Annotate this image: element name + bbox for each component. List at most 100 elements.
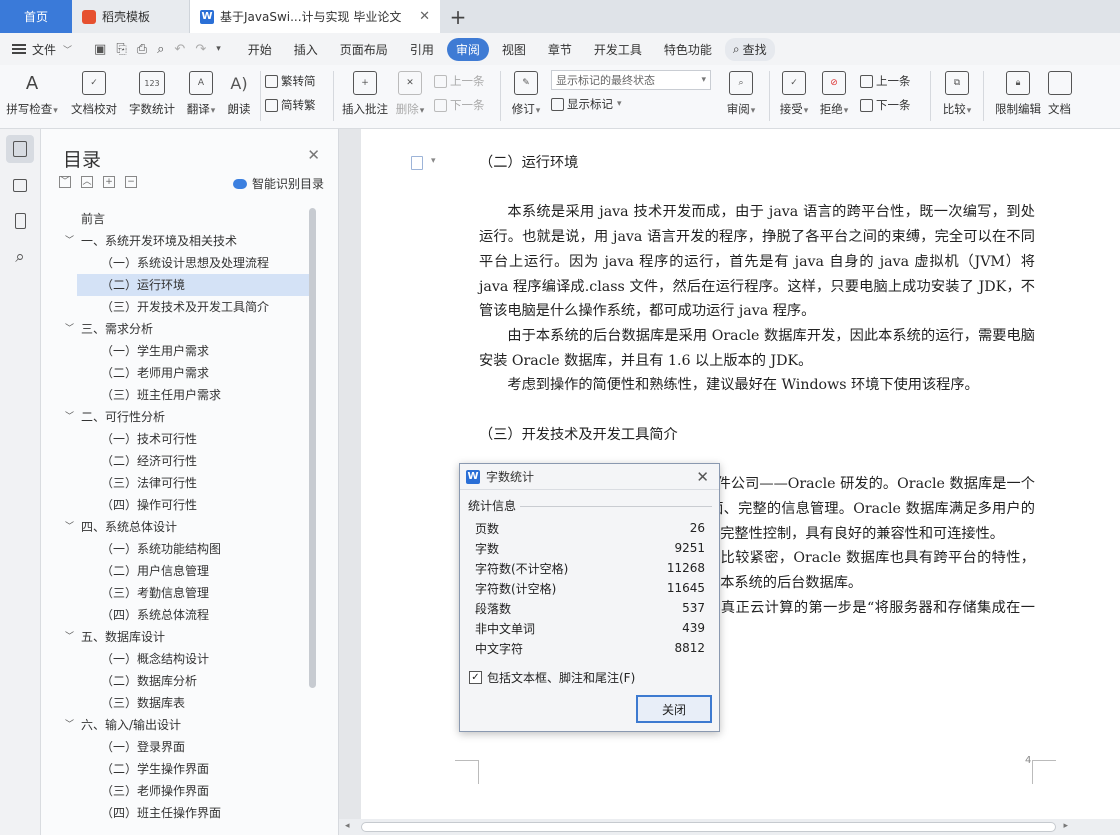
toc-item[interactable]: ﹀ 四、系统总体设计 [65,516,309,538]
toc-item[interactable]: （四）班主任操作界面 [77,802,309,824]
toc-item[interactable]: （一）概念结构设计 [77,648,309,670]
menu-developer[interactable]: 开发工具 [585,38,651,61]
toc-item[interactable]: （一）系统功能结构图 [77,538,309,560]
toc-item[interactable]: （三）数据库表 [77,692,309,714]
close-tab-icon[interactable]: ✕ [419,9,430,24]
toc-panel-button[interactable] [6,135,34,163]
search-button[interactable]: ⌕ 查找 [724,37,775,61]
track-changes-button[interactable]: ✎ 修订▾ [505,65,547,127]
file-menu[interactable]: 文件 ﹀ [0,41,84,58]
horizontal-scrollbar[interactable]: ◂ ▸ [339,819,1120,835]
menu-layout[interactable]: 页面布局 [331,38,397,61]
trad-to-simp-button[interactable]: 繁转简 [265,73,329,89]
toc-item[interactable]: （三）班主任用户需求 [77,384,309,406]
toc-item[interactable]: （二）用户信息管理 [77,560,309,582]
toc-item[interactable]: （二）经济可行性 [77,450,309,472]
close-button[interactable]: 关闭 [636,695,712,723]
toc-item[interactable]: （四）系统总体流程 [77,604,309,626]
preview-icon[interactable]: ⌕ [157,42,164,57]
toc-item[interactable]: （一）技术可行性 [77,428,309,450]
show-markup-button[interactable]: 显示标记 ▾ [551,96,717,112]
prev-comment-button[interactable]: 上一条 [434,73,496,89]
doc-proof-button[interactable]: ✓ 文档校对 [64,65,124,127]
delete-comment-button[interactable]: ✕ 删除▾ [392,65,428,127]
add-heading-icon[interactable]: + [103,176,115,188]
next-comment-button[interactable]: 下一条 [434,97,496,113]
chevron-down-icon[interactable]: ▾ [431,156,436,166]
chevron-down-icon[interactable]: ﹀ [65,714,74,736]
toc-item[interactable]: （三）老师操作界面 [77,780,309,802]
next-change-button[interactable]: 下一条 [860,97,926,113]
toc-item[interactable]: （二）运行环境 [77,274,309,296]
expand-all-icon[interactable]: ﹀ [59,176,71,188]
menu-references[interactable]: 引用 [401,38,443,61]
toc-item[interactable]: 前言 [77,208,309,230]
redo-icon[interactable]: ↷ [195,42,206,57]
toc-item[interactable]: （三）法律可行性 [77,472,309,494]
word-count-button[interactable]: 123 字数统计 [124,65,180,127]
toc-item[interactable]: （四）操作可行性 [77,494,309,516]
new-tab-button[interactable]: + [440,0,476,33]
toc-item[interactable]: （二）老师用户需求 [77,362,309,384]
close-icon[interactable]: ✕ [307,146,320,164]
bookmark-button[interactable] [6,207,34,235]
restrict-editing-button[interactable]: 🔒︎ 限制编辑 [988,65,1048,127]
toc-item[interactable]: （三）考勤信息管理 [77,582,309,604]
document-permission-button[interactable]: 文档 [1048,65,1078,127]
chevron-down-icon[interactable]: ﹀ [65,230,74,252]
find-button[interactable]: ⌕ [6,243,34,271]
document-vertical-scroll[interactable] [339,129,357,819]
tab-document[interactable]: W 基于JavaSwi...计与实现 毕业论文 ✕ [190,0,440,33]
markup-state-select[interactable]: 显示标记的最终状态 ▾ [551,70,711,90]
translate-button[interactable]: A 翻译▾ [180,65,222,127]
reject-button[interactable]: ⊘ 拒绝▾ [814,65,854,127]
smart-toc-button[interactable]: 智能识别目录 [232,175,324,192]
chevron-down-icon[interactable]: ﹀ [65,516,74,538]
menu-insert[interactable]: 插入 [285,38,327,61]
toc-item[interactable]: ﹀ 六、输入/输出设计 [65,714,309,736]
chevron-down-icon[interactable]: ﹀ [65,626,74,648]
menu-view[interactable]: 视图 [493,38,535,61]
include-textbox-checkbox[interactable]: ✓ 包括文本框、脚注和尾注(F) [469,669,635,686]
toc-item[interactable]: （一）登录界面 [77,736,309,758]
chevron-down-icon[interactable]: ﹀ [65,406,74,428]
menu-features[interactable]: 特色功能 [655,38,721,61]
toc-item[interactable]: ﹀ 二、可行性分析 [65,406,309,428]
simp-to-trad-button[interactable]: 简转繁 [265,97,329,113]
chapter-nav-button[interactable] [6,171,34,199]
export-icon[interactable]: ⎘ [116,42,126,57]
accept-button[interactable]: ✓ 接受▾ [774,65,814,127]
toc-item[interactable]: ﹀ 一、系统开发环境及相关技术 [65,230,309,252]
toc-item[interactable]: （一）系统设计思想及处理流程 [77,252,309,274]
menu-home[interactable]: 开始 [239,38,281,61]
scroll-thumb[interactable] [361,822,1056,832]
toc-item[interactable]: （二）数据库分析 [77,670,309,692]
toc-item[interactable]: ﹀ 三、需求分析 [65,318,309,340]
compare-button[interactable]: ⧉ 比较▾ [935,65,979,127]
tab-template[interactable]: 稻壳模板 [72,0,190,33]
scroll-left-icon[interactable]: ◂ [345,821,350,831]
prev-change-button[interactable]: 上一条 [860,73,926,89]
collapse-all-icon[interactable]: ︿ [81,176,93,188]
insert-comment-button[interactable]: + 插入批注 [338,65,392,127]
toc-item[interactable]: （一）学生用户需求 [77,340,309,362]
review-pane-button[interactable]: ⌕ 审阅▾ [717,65,765,127]
print-icon[interactable]: ⎙ [137,42,147,57]
menu-review[interactable]: 审阅 [446,37,489,61]
undo-icon[interactable]: ↶ [174,42,185,57]
toc-scrollbar[interactable] [309,208,316,688]
toc-item[interactable]: （二）学生操作界面 [77,758,309,780]
toc-item[interactable]: （三）开发技术及开发工具简介 [77,296,309,318]
chevron-down-icon[interactable]: ﹀ [65,318,74,340]
document-icon[interactable] [411,156,423,170]
save-icon[interactable]: ▣ [94,42,106,57]
remove-heading-icon[interactable]: − [125,176,137,188]
quick-access-more-icon[interactable]: ▾ [216,44,221,54]
menu-section[interactable]: 章节 [539,38,581,61]
close-icon[interactable]: ✕ [696,468,709,486]
toc-item[interactable]: ﹀ 五、数据库设计 [65,626,309,648]
tab-home[interactable]: 首页 [0,0,72,33]
scroll-right-icon[interactable]: ▸ [1063,821,1068,831]
spell-check-button[interactable]: A 拼写检查▾ [0,65,64,127]
read-aloud-button[interactable]: A) 朗读 [222,65,256,127]
